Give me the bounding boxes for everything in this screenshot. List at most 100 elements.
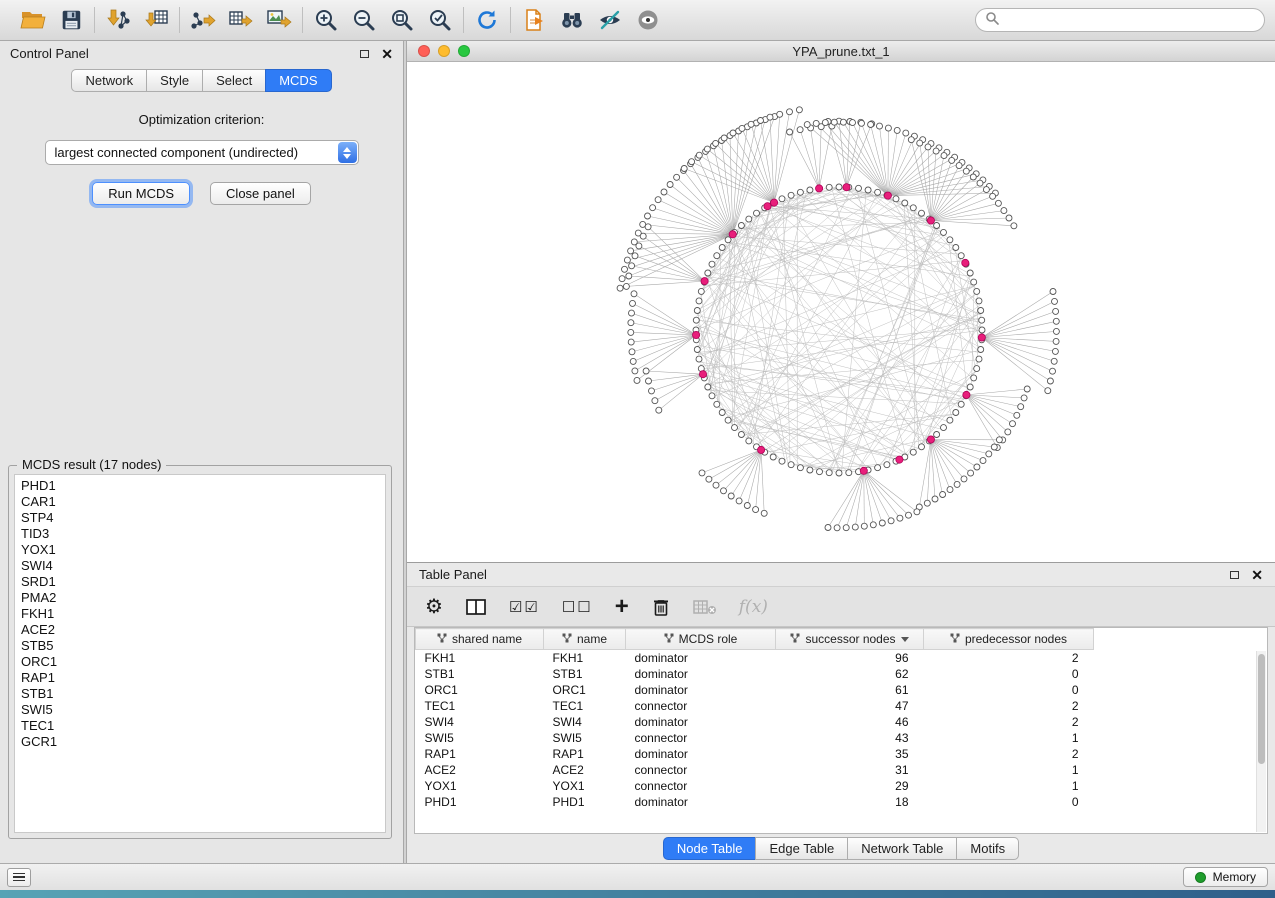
add-row-icon[interactable]: + xyxy=(615,593,629,621)
column-header-predecessor-nodes[interactable]: predecessor nodes xyxy=(924,629,1094,650)
mcds-result-item[interactable]: STB5 xyxy=(21,638,379,654)
mcds-result-list[interactable]: PHD1CAR1STP4TID3YOX1SWI4SRD1PMA2FKH1ACE2… xyxy=(14,474,386,833)
memory-button[interactable]: Memory xyxy=(1183,867,1268,887)
mcds-result-item[interactable]: SWI4 xyxy=(21,558,379,574)
tab-motifs[interactable]: Motifs xyxy=(956,837,1019,860)
tab-mcds[interactable]: MCDS xyxy=(265,69,331,92)
zoom-fit-icon[interactable] xyxy=(386,5,418,35)
network-view-title: YPA_prune.txt_1 xyxy=(792,44,889,59)
mcds-result-item[interactable]: YOX1 xyxy=(21,542,379,558)
search-input[interactable] xyxy=(1004,13,1255,27)
criterion-dropdown[interactable]: largest connected component (undirected) xyxy=(45,140,359,165)
table-row[interactable]: FKH1FKH1dominator962 xyxy=(416,650,1094,666)
table-row[interactable]: SWI4SWI4dominator462 xyxy=(416,714,1094,730)
window-close-light[interactable] xyxy=(418,45,430,57)
export-image-icon[interactable] xyxy=(263,5,295,35)
deselect-all-icon[interactable]: ☐☐ xyxy=(562,598,593,616)
show-all-icon[interactable] xyxy=(632,5,664,35)
table-row[interactable]: ACE2ACE2connector311 xyxy=(416,762,1094,778)
close-panel-icon[interactable]: ✕ xyxy=(381,49,393,59)
memory-status-icon xyxy=(1195,872,1206,883)
save-session-icon[interactable] xyxy=(55,5,87,35)
table-scrollbar[interactable] xyxy=(1256,651,1266,832)
import-network-icon[interactable] xyxy=(102,5,134,35)
mcds-result-item[interactable]: TEC1 xyxy=(21,718,379,734)
network-view-titlebar[interactable]: YPA_prune.txt_1 xyxy=(407,41,1275,62)
table-settings-icon[interactable]: ⚙ xyxy=(425,594,443,619)
column-type-icon xyxy=(437,632,447,646)
tab-node-table[interactable]: Node Table xyxy=(663,837,756,860)
mcds-result-item[interactable]: FKH1 xyxy=(21,606,379,622)
column-header-successor-nodes[interactable]: successor nodes xyxy=(776,629,924,650)
column-header-shared-name[interactable]: shared name xyxy=(416,629,544,650)
share-document-icon[interactable] xyxy=(518,5,550,35)
node-table: shared name name MCDS role successor nod… xyxy=(414,627,1268,834)
select-all-icon[interactable]: ☑☑ xyxy=(509,598,540,616)
tab-edge-table[interactable]: Edge Table xyxy=(755,837,847,860)
import-table-icon[interactable] xyxy=(140,5,172,35)
column-header-mcds-role[interactable]: MCDS role xyxy=(626,629,776,650)
table-panel-titlebar: Table Panel ✕ xyxy=(407,563,1275,586)
table-panel-title: Table Panel xyxy=(419,567,487,582)
delete-row-icon[interactable] xyxy=(651,596,671,618)
app-window: Control Panel ✕ Network Style Select MCD… xyxy=(0,0,1275,890)
zoom-selected-icon[interactable] xyxy=(424,5,456,35)
scrollbar-thumb[interactable] xyxy=(1258,654,1265,764)
first-neighbors-icon[interactable] xyxy=(556,5,588,35)
status-bar: Memory xyxy=(0,863,1275,890)
network-canvas[interactable] xyxy=(407,62,1275,562)
dropdown-stepper-icon xyxy=(338,142,357,163)
table-row[interactable]: SWI5SWI5connector431 xyxy=(416,730,1094,746)
mcds-result-item[interactable]: PHD1 xyxy=(21,478,379,494)
table-row[interactable]: RAP1RAP1dominator352 xyxy=(416,746,1094,762)
tab-style[interactable]: Style xyxy=(146,69,202,92)
mcds-result-item[interactable]: SWI5 xyxy=(21,702,379,718)
export-table-icon[interactable] xyxy=(225,5,257,35)
main-toolbar xyxy=(0,0,1275,41)
table-row[interactable]: ORC1ORC1dominator610 xyxy=(416,682,1094,698)
float-panel-icon[interactable] xyxy=(360,50,369,58)
mcds-result-item[interactable]: RAP1 xyxy=(21,670,379,686)
mcds-result-item[interactable]: PMA2 xyxy=(21,590,379,606)
window-minimize-light[interactable] xyxy=(438,45,450,57)
mcds-result-item[interactable]: SRD1 xyxy=(21,574,379,590)
column-visibility-icon[interactable] xyxy=(465,597,487,617)
window-maximize-light[interactable] xyxy=(458,45,470,57)
refresh-icon[interactable] xyxy=(471,5,503,35)
mcds-result-item[interactable]: GCR1 xyxy=(21,734,379,750)
float-table-panel-icon[interactable] xyxy=(1230,571,1239,579)
table-toolbar: ⚙ ☑☑ ☐☐ + f(x) xyxy=(407,586,1275,627)
mcds-result-item[interactable]: ORC1 xyxy=(21,654,379,670)
task-history-icon[interactable] xyxy=(7,868,31,887)
control-panel: Control Panel ✕ Network Style Select MCD… xyxy=(0,41,403,863)
table-row[interactable]: PHD1PHD1dominator180 xyxy=(416,794,1094,810)
node-table-grid: shared name name MCDS role successor nod… xyxy=(415,628,1094,810)
mcds-result-item[interactable]: STP4 xyxy=(21,510,379,526)
column-header-name[interactable]: name xyxy=(544,629,626,650)
column-type-icon xyxy=(562,632,572,646)
search-icon xyxy=(985,11,999,30)
run-mcds-button[interactable]: Run MCDS xyxy=(92,182,190,205)
control-panel-title: Control Panel xyxy=(10,46,89,61)
table-row[interactable]: YOX1YOX1connector291 xyxy=(416,778,1094,794)
mcds-result-item[interactable]: STB1 xyxy=(21,686,379,702)
close-table-panel-icon[interactable]: ✕ xyxy=(1251,570,1263,580)
tab-network[interactable]: Network xyxy=(71,69,146,92)
zoom-in-icon[interactable] xyxy=(310,5,342,35)
search-box[interactable] xyxy=(975,8,1265,32)
export-network-icon[interactable] xyxy=(187,5,219,35)
open-session-icon[interactable] xyxy=(17,5,49,35)
close-panel-button[interactable]: Close panel xyxy=(210,182,311,205)
mcds-result-item[interactable]: TID3 xyxy=(21,526,379,542)
table-panel: Table Panel ✕ ⚙ ☑☑ ☐☐ + xyxy=(407,562,1275,863)
mcds-result-item[interactable]: CAR1 xyxy=(21,494,379,510)
mcds-result-item[interactable]: ACE2 xyxy=(21,622,379,638)
tab-network-table[interactable]: Network Table xyxy=(847,837,956,860)
tab-select[interactable]: Select xyxy=(202,69,265,92)
table-row[interactable]: TEC1TEC1connector472 xyxy=(416,698,1094,714)
network-graph[interactable] xyxy=(407,62,1275,562)
zoom-out-icon[interactable] xyxy=(348,5,380,35)
table-panel-tabs: Node Table Edge Table Network Table Moti… xyxy=(407,834,1275,863)
hide-selected-icon[interactable] xyxy=(594,5,626,35)
table-row[interactable]: STB1STB1dominator620 xyxy=(416,666,1094,682)
